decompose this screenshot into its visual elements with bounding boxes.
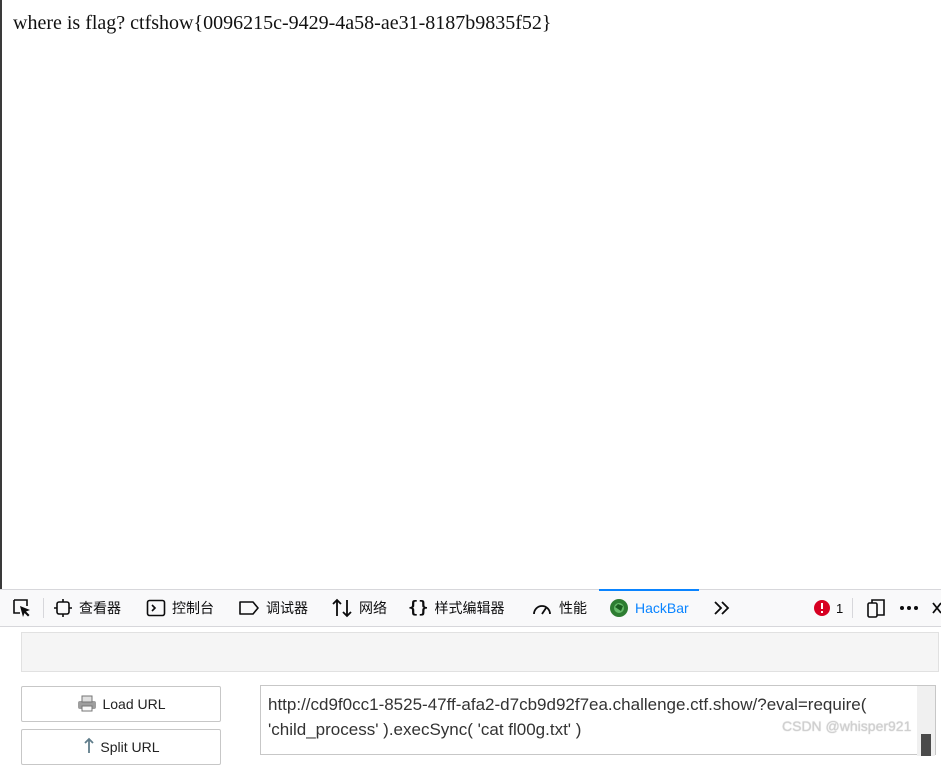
responsive-design-button[interactable] <box>866 590 886 626</box>
pick-element-icon <box>11 597 33 619</box>
load-url-label: Load URL <box>102 696 166 712</box>
split-url-label: Split URL <box>100 739 160 755</box>
page-content: where is flag? ctfshow{0096215c-9429-4a5… <box>0 0 941 589</box>
tab-hackbar-label: HackBar <box>635 600 689 616</box>
tab-debugger[interactable]: 调试器 <box>238 590 308 626</box>
csdn-watermark: CSDN @whisper921 <box>782 718 912 734</box>
tab-performance-label: 性能 <box>559 600 587 616</box>
hackbar-menu-bar <box>21 632 939 672</box>
split-url-button[interactable]: Split URL <box>21 729 221 765</box>
tab-debugger-label: 调试器 <box>266 600 308 616</box>
close-icon <box>931 598 941 618</box>
tab-style-editor[interactable]: {} 样式编辑器 <box>408 590 504 626</box>
tab-network[interactable]: 网络 <box>331 590 387 626</box>
ellipsis-icon <box>899 598 919 618</box>
error-count: 1 <box>836 600 844 616</box>
network-arrows-icon <box>331 598 353 618</box>
more-tabs-button[interactable] <box>712 590 732 626</box>
double-chevron-right-icon <box>712 598 732 618</box>
load-url-icon <box>76 694 98 715</box>
scrollbar-thumb[interactable] <box>921 734 931 756</box>
error-count-badge[interactable]: 1 <box>814 590 843 626</box>
tab-performance[interactable]: 性能 <box>531 590 587 626</box>
tab-hackbar[interactable]: HackBar <box>599 589 699 626</box>
tab-style-editor-label: 样式编辑器 <box>434 600 505 616</box>
inspector-icon <box>53 598 73 618</box>
flag-text: where is flag? ctfshow{0096215c-9429-4a5… <box>13 12 552 34</box>
error-icon <box>814 600 830 616</box>
tab-inspector-label: 查看器 <box>79 600 121 616</box>
debugger-icon <box>238 598 260 618</box>
split-url-icon <box>82 737 96 758</box>
braces-icon: {} <box>408 598 429 618</box>
tab-inspector[interactable]: 查看器 <box>53 590 121 626</box>
element-picker-button[interactable] <box>11 590 33 626</box>
devtools-toolbar: 查看器 控制台 调试器 网络 {} 样式编辑器 性能 HackBar 1 <box>0 589 941 627</box>
console-icon <box>146 598 166 618</box>
load-url-button[interactable]: Load URL <box>21 686 221 722</box>
options-menu-button[interactable] <box>899 590 919 626</box>
close-devtools-button[interactable] <box>931 590 941 626</box>
tab-network-label: 网络 <box>359 600 387 616</box>
gauge-icon <box>531 598 553 618</box>
tab-console[interactable]: 控制台 <box>146 590 214 626</box>
tab-console-label: 控制台 <box>172 600 214 616</box>
hackbar-icon <box>609 598 629 618</box>
responsive-design-icon <box>866 598 886 618</box>
